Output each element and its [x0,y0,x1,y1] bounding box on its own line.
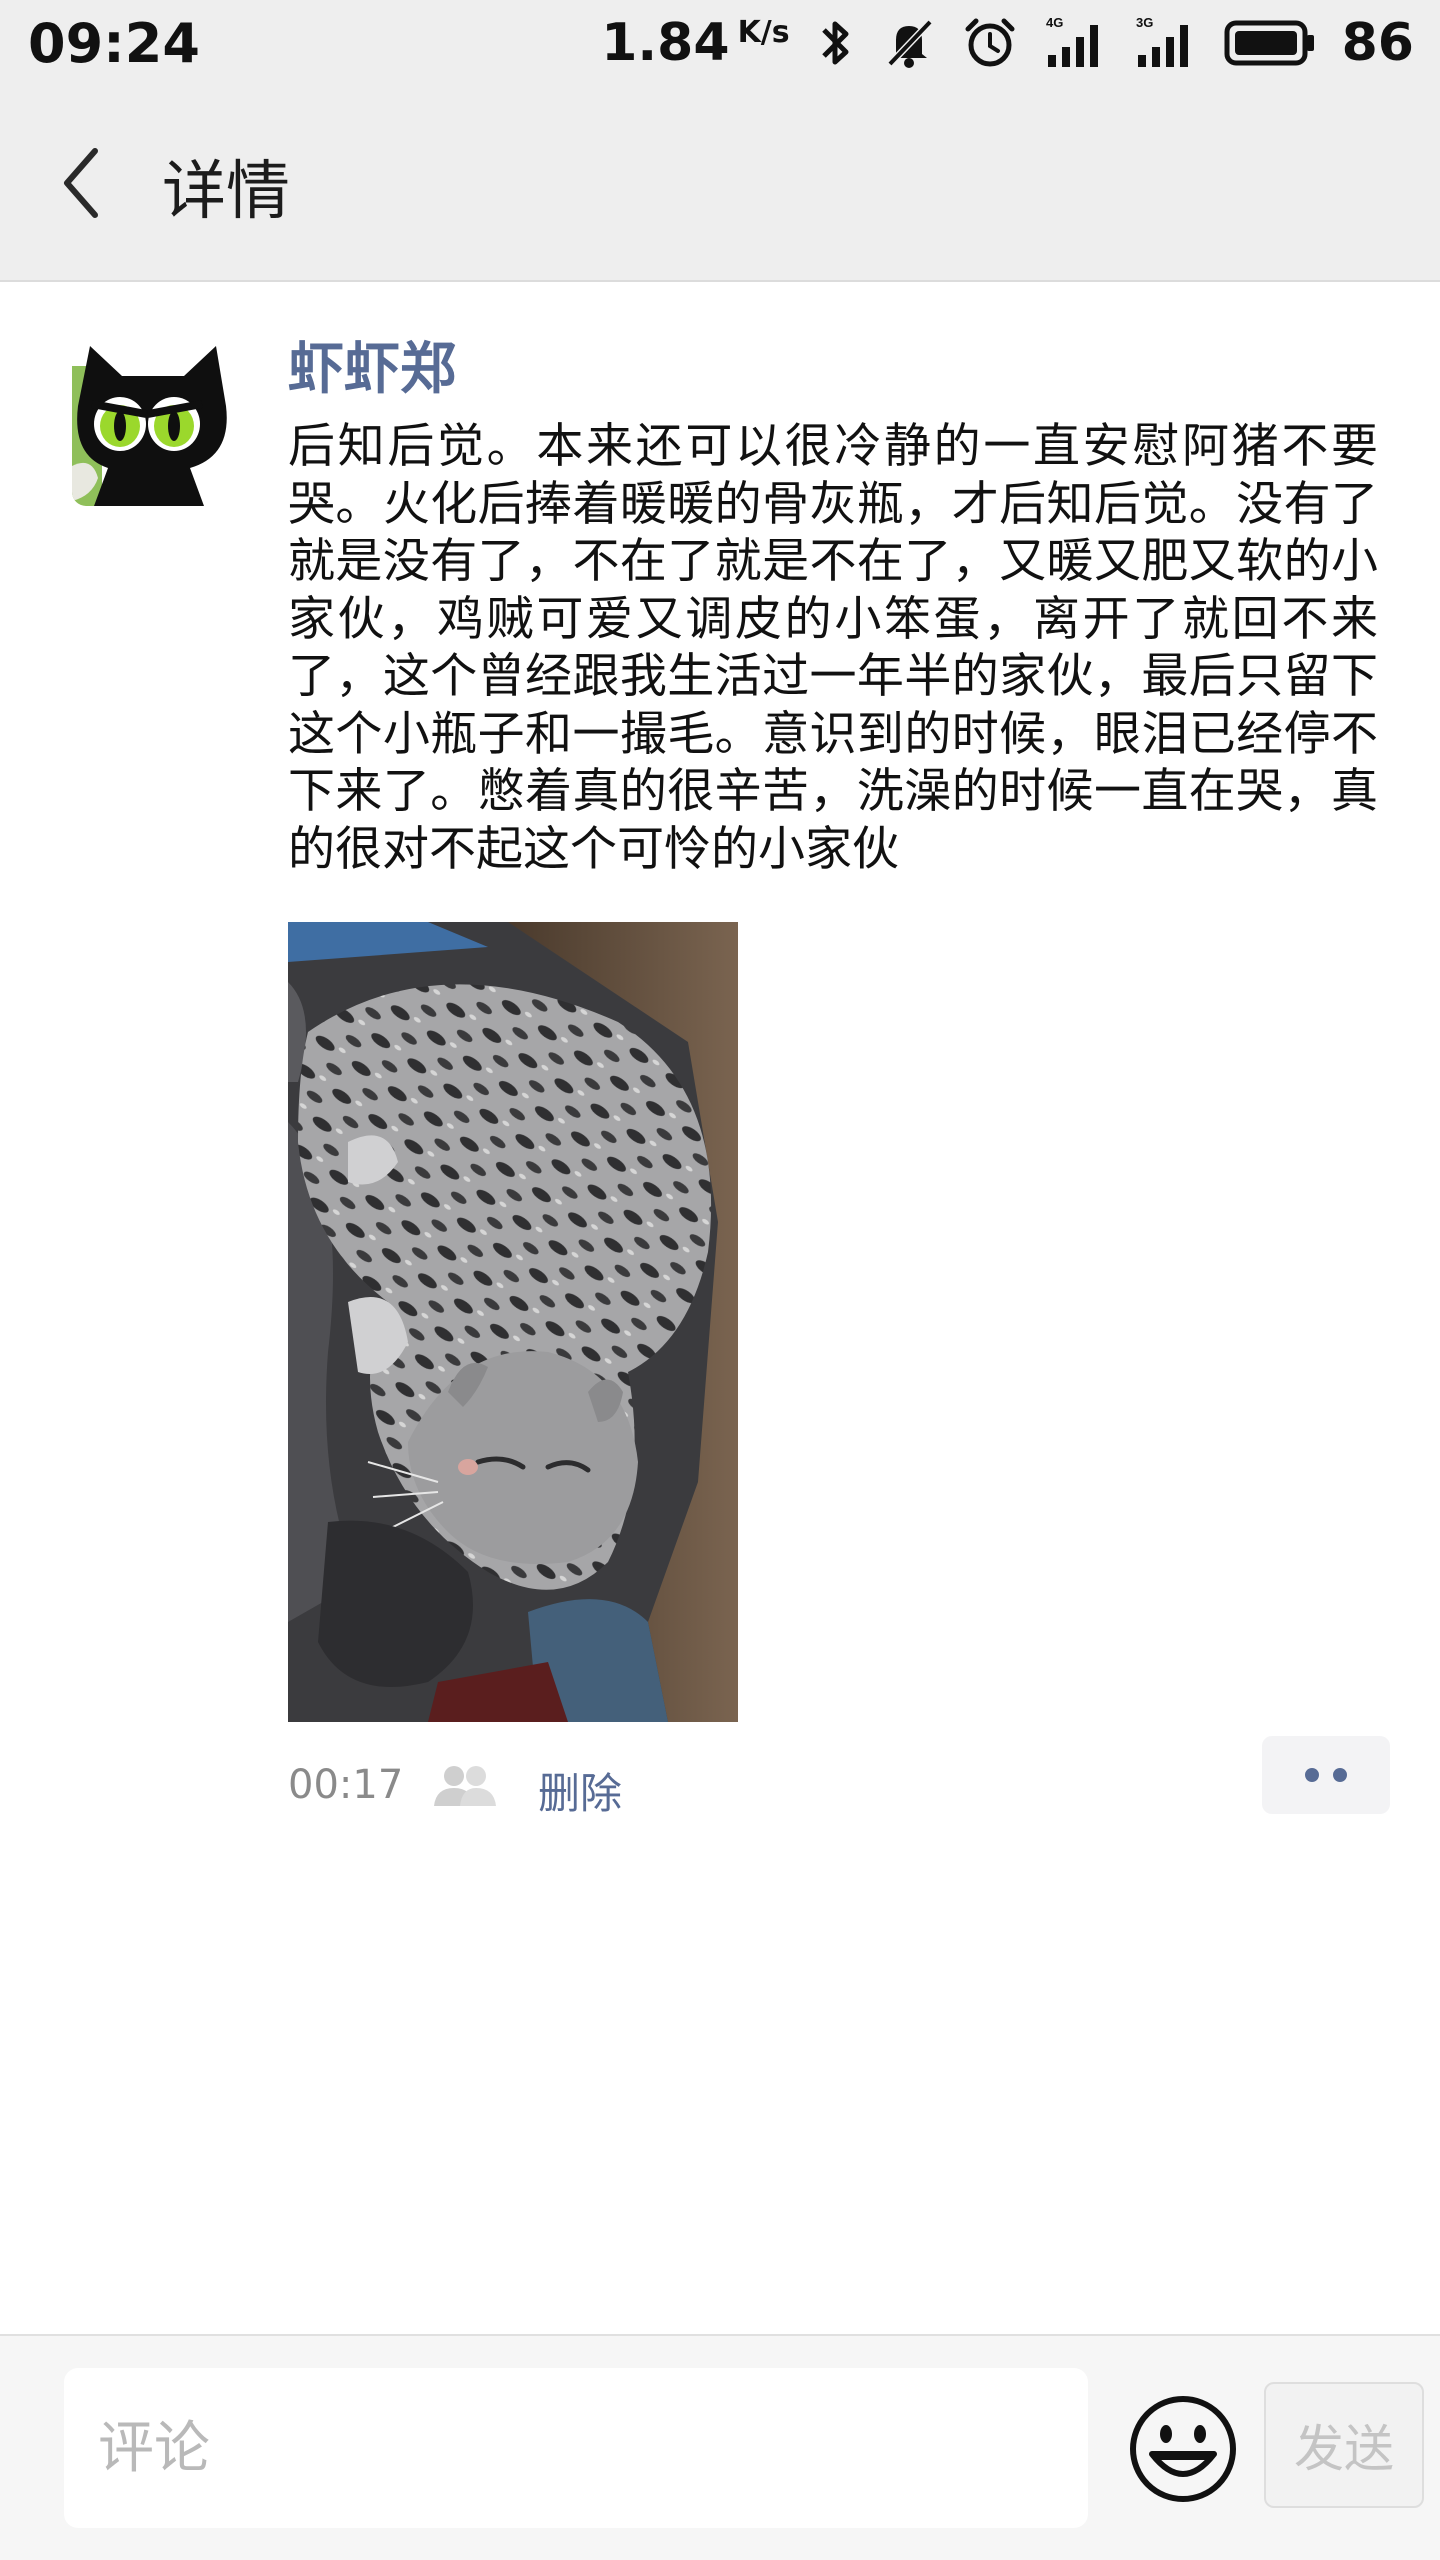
post-photo[interactable] [288,922,738,1722]
more-dots-icon [1333,1768,1347,1782]
status-icons: 1.84 K/s 4G 3G 86 [601,8,1414,78]
post-text: 后知后觉。本来还可以很冷静的一直安慰阿猪不要哭。火化后捧着暖暖的骨灰瓶，才后知后… [288,419,1378,877]
network-speed-unit: K/s [737,15,790,50]
chevron-left-icon [64,148,98,218]
post-author-name[interactable]: 虾虾郑 [288,324,456,405]
status-time: 09:24 [28,12,200,75]
svg-text:3G: 3G [1136,15,1153,30]
title-bar: 详情 [0,86,1440,282]
signal-4g-icon: 4G [1044,15,1108,71]
network-speed-value: 1.84 [601,13,730,73]
post-time: 00:17 [288,1762,404,1808]
more-dots-icon [1305,1768,1319,1782]
back-button[interactable] [40,141,120,225]
people-icon[interactable] [430,1762,500,1812]
page-title: 详情 [162,155,290,229]
emoji-button[interactable] [1128,2394,1238,2504]
alarm-icon [962,15,1018,71]
bluetooth-icon [816,16,856,70]
status-bar: 09:24 1.84 K/s 4G 3G 86 [0,0,1440,86]
comment-input[interactable] [64,2368,1088,2528]
more-button[interactable] [1262,1736,1390,1814]
signal-3g-icon: 3G [1134,15,1198,71]
author-avatar[interactable] [72,346,232,506]
network-speed: 1.84 K/s [601,13,789,73]
moments-detail-screen: 09:24 1.84 K/s 4G 3G 86 详情 虾虾郑 后知后觉。本来还可… [0,0,1440,2560]
notifications-muted-icon [882,16,936,70]
delete-link[interactable]: 删除 [538,1760,622,1821]
smiley-icon [1130,2396,1236,2502]
svg-text:4G: 4G [1046,15,1063,30]
sleeping-tabby-cat-photo [288,922,738,1722]
comment-bar: 发送 [0,2334,1440,2560]
battery-icon [1224,18,1316,68]
send-button[interactable]: 发送 [1264,2382,1424,2508]
black-cat-avatar [72,346,232,506]
battery-percent: 86 [1341,13,1414,73]
